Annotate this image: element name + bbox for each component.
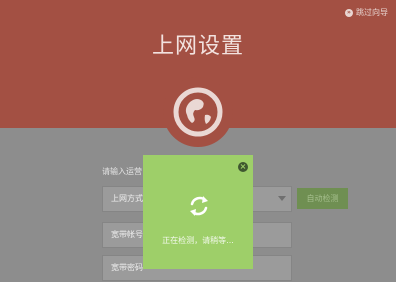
- connection-type-label: 上网方式: [111, 194, 143, 203]
- detecting-message: 正在检测，请稍等...: [162, 236, 234, 245]
- skip-icon: »: [345, 8, 353, 17]
- password-label: 宽带密码: [111, 263, 143, 272]
- refresh-icon: [186, 193, 212, 219]
- skip-wizard-link[interactable]: » 跳过向导: [345, 7, 388, 18]
- globe-icon: [161, 75, 235, 149]
- chevron-down-icon[interactable]: [278, 196, 286, 201]
- auto-detect-button[interactable]: 自动检测: [297, 188, 348, 209]
- account-label: 宽带帐号: [111, 230, 143, 239]
- page-title: 上网设置: [151, 34, 244, 59]
- skip-wizard-label: 跳过向导: [356, 8, 388, 17]
- close-icon[interactable]: ×: [238, 162, 248, 172]
- detecting-dialog: × 正在检测，请稍等...: [143, 155, 253, 269]
- isp-prompt: 请输入运营: [102, 167, 142, 176]
